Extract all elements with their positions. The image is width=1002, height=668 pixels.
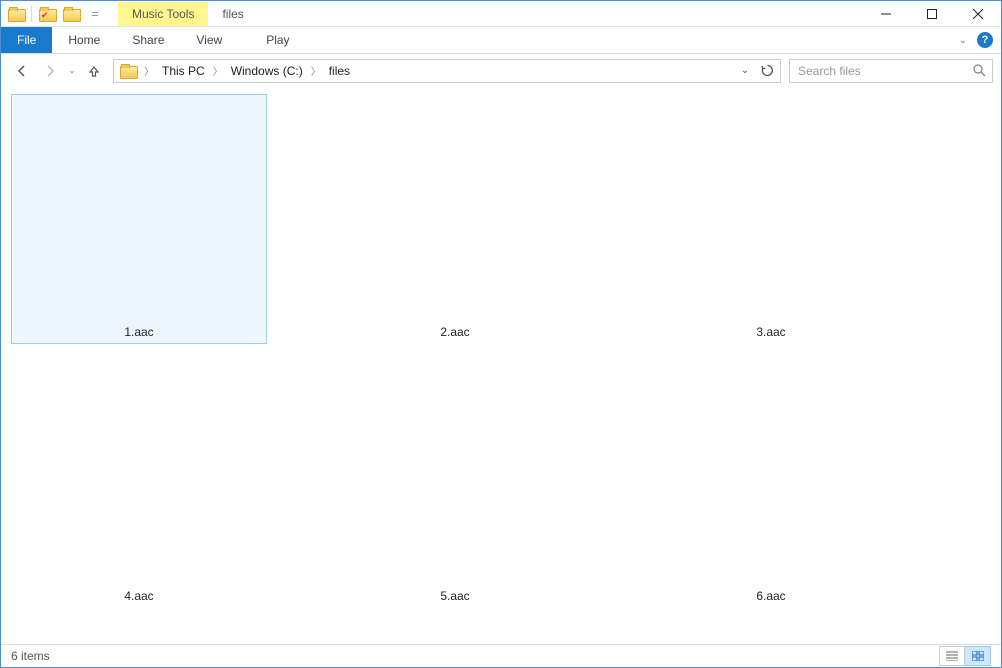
nav-up-button[interactable] <box>81 58 107 84</box>
file-item[interactable]: 3.aac <box>643 94 899 344</box>
file-name-label[interactable]: 4.aac <box>124 589 153 603</box>
status-item-count: 6 items <box>11 649 50 663</box>
tab-play[interactable]: Play <box>250 27 305 53</box>
tab-view[interactable]: View <box>180 27 238 53</box>
file-tab[interactable]: File <box>1 27 52 53</box>
qat-properties-button[interactable]: ✔ <box>36 3 58 25</box>
file-name-label[interactable]: 6.aac <box>756 589 785 603</box>
qat-new-folder-button[interactable] <box>60 3 82 25</box>
file-list-pane[interactable]: 1.aac 2.aac <box>1 88 1001 644</box>
file-item[interactable]: 6.aac <box>643 358 899 608</box>
view-mode-toggle <box>939 646 991 666</box>
file-name-label[interactable]: 3.aac <box>756 325 785 339</box>
file-item[interactable]: 1.aac <box>11 94 267 344</box>
maximize-button[interactable] <box>909 1 955 26</box>
tab-home[interactable]: Home <box>52 27 116 53</box>
window-controls <box>863 1 1001 26</box>
search-input[interactable] <box>796 63 973 79</box>
nav-forward-button[interactable] <box>37 58 63 84</box>
minimize-button[interactable] <box>863 1 909 26</box>
breadcrumb-segment[interactable]: This PC <box>156 60 211 82</box>
qat-customize-icon[interactable]: = <box>84 3 106 25</box>
breadcrumb-segment[interactable]: files <box>323 60 356 82</box>
itunes-icon <box>29 99 249 319</box>
itunes-icon <box>345 99 565 319</box>
chevron-right-icon[interactable]: 〉 <box>142 63 156 78</box>
refresh-button[interactable] <box>756 60 778 82</box>
file-item[interactable]: 5.aac <box>327 358 583 608</box>
ribbon-expand-icon[interactable]: ⌄ <box>959 35 967 46</box>
view-details-button[interactable] <box>939 646 965 666</box>
window-title: files <box>222 1 243 26</box>
address-bar[interactable]: 〉 This PC 〉 Windows (C:) 〉 files ⌄ <box>113 59 781 83</box>
address-folder-icon <box>120 64 136 78</box>
title-bar: ✔ = Music Tools files <box>1 1 1001 27</box>
quick-access-toolbar: ✔ = <box>1 1 110 26</box>
file-item[interactable]: 4.aac <box>11 358 267 608</box>
tab-share[interactable]: Share <box>116 27 180 53</box>
chevron-right-icon[interactable]: 〉 <box>309 63 323 78</box>
chevron-right-icon[interactable]: 〉 <box>211 63 225 78</box>
itunes-icon <box>29 363 249 583</box>
navigation-bar: ⌄ 〉 This PC 〉 Windows (C:) 〉 files ⌄ <box>1 54 1001 87</box>
contextual-tab-label: Music Tools <box>118 2 208 26</box>
status-bar: 6 items <box>1 644 1001 667</box>
file-name-label[interactable]: 2.aac <box>440 325 469 339</box>
nav-recent-dropdown-icon[interactable]: ⌄ <box>65 58 79 84</box>
nav-back-button[interactable] <box>9 58 35 84</box>
qat-folder-icon[interactable] <box>5 3 27 25</box>
contextual-tab-header: Music Tools <box>118 1 208 26</box>
file-name-label[interactable]: 5.aac <box>440 589 469 603</box>
close-button[interactable] <box>955 1 1001 26</box>
itunes-icon <box>661 99 881 319</box>
search-icon <box>973 64 986 77</box>
itunes-icon <box>661 363 881 583</box>
address-dropdown-icon[interactable]: ⌄ <box>734 60 756 82</box>
view-icons-button[interactable] <box>965 646 991 666</box>
search-box[interactable] <box>789 59 993 83</box>
file-name-label[interactable]: 1.aac <box>124 325 153 339</box>
ribbon-tabs: File Home Share View Play ⌄ ? <box>1 27 1001 54</box>
breadcrumb-segment[interactable]: Windows (C:) <box>225 60 309 82</box>
itunes-icon <box>345 363 565 583</box>
file-item[interactable]: 2.aac <box>327 94 583 344</box>
help-icon[interactable]: ? <box>977 32 993 48</box>
